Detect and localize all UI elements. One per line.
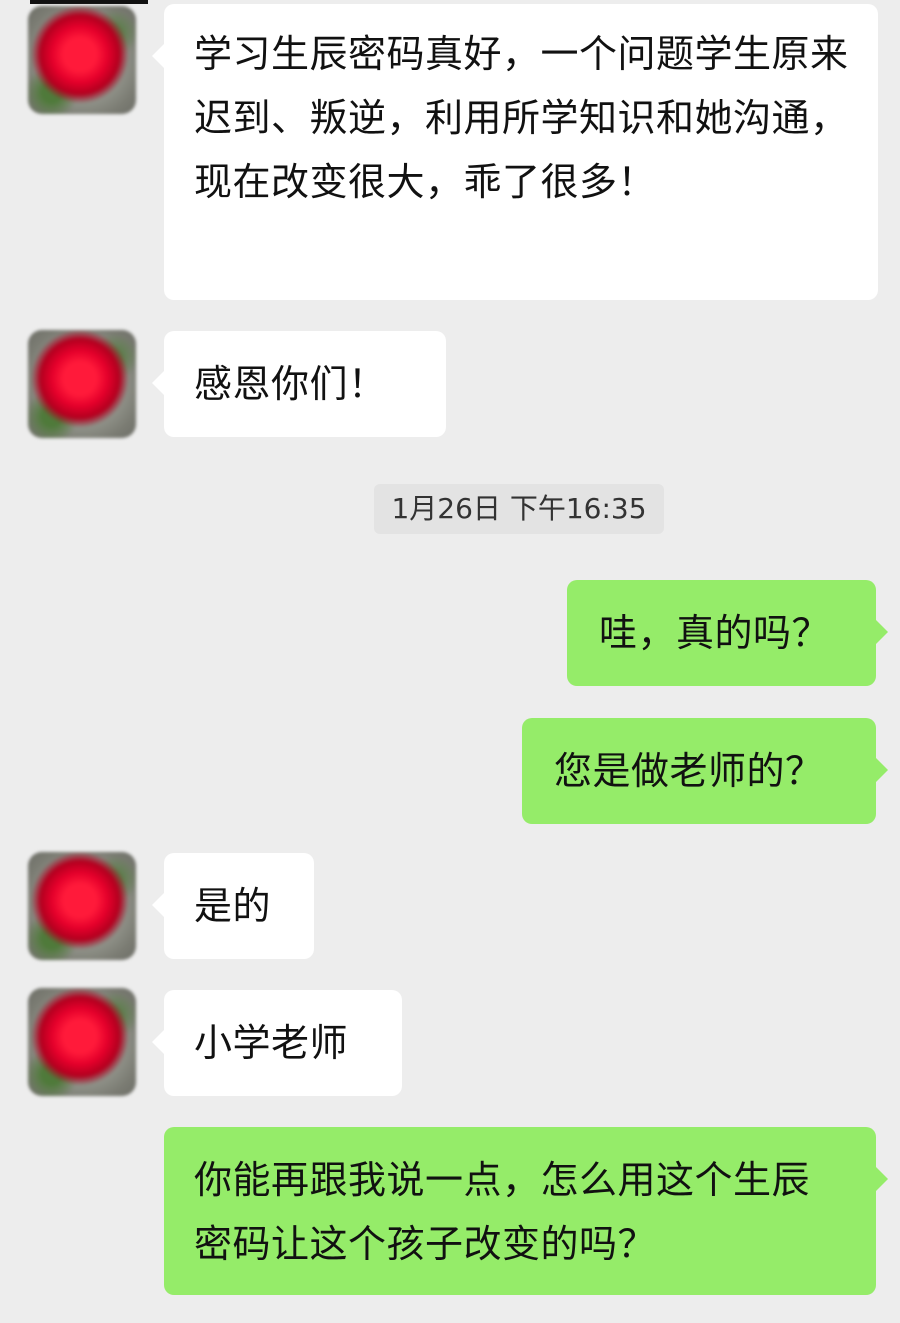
message-bubble-left[interactable]: 是的 xyxy=(152,853,314,959)
message-bubble-right[interactable]: 您是做老师的？ xyxy=(522,718,888,824)
top-status-strip xyxy=(30,0,148,4)
message-bubble-left[interactable]: 感恩你们！ xyxy=(152,331,446,437)
message-bubble-left[interactable]: 小学老师 xyxy=(152,990,402,1096)
message-text: 你能再跟我说一点，怎么用这个生辰密码让这个孩子改变的吗？ xyxy=(194,1158,811,1266)
avatar-icon[interactable] xyxy=(28,330,136,438)
message-text: 哇，真的吗？ xyxy=(599,611,831,655)
message-text: 小学老师 xyxy=(194,1021,349,1065)
avatar-icon[interactable] xyxy=(28,6,136,114)
timestamp-chip: 1月26日 下午16:35 xyxy=(374,484,664,534)
message-text: 学习生辰密码真好，一个问题学生原来迟到、叛逆，利用所学知识和她沟通，现在改变很大… xyxy=(194,32,849,204)
message-bubble-left[interactable]: 学习生辰密码真好，一个问题学生原来迟到、叛逆，利用所学知识和她沟通，现在改变很大… xyxy=(152,4,878,300)
avatar-icon[interactable] xyxy=(28,852,136,960)
message-text: 感恩你们！ xyxy=(194,362,387,406)
message-text: 是的 xyxy=(194,884,272,928)
message-bubble-right[interactable]: 你能再跟我说一点，怎么用这个生辰密码让这个孩子改变的吗？ xyxy=(164,1127,888,1295)
message-text: 您是做老师的？ xyxy=(554,749,824,793)
message-bubble-right[interactable]: 哇，真的吗？ xyxy=(567,580,888,686)
avatar-icon[interactable] xyxy=(28,988,136,1096)
